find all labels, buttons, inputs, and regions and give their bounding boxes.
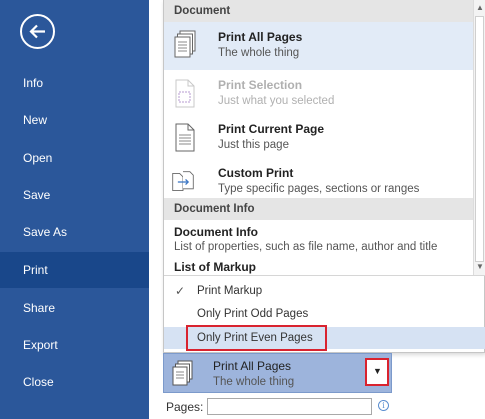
- nav-new[interactable]: New: [0, 102, 149, 138]
- option-document-info[interactable]: Document Info List of properties, such a…: [164, 220, 473, 256]
- print-range-dropdown: Document Print All Pages The whole thing…: [163, 0, 485, 353]
- option-list-of-markup[interactable]: List of Markup: [164, 256, 473, 275]
- highlight-box-even-pages: [186, 325, 327, 351]
- scroll-thumb[interactable]: [475, 16, 484, 262]
- all-pages-icon: [174, 30, 196, 58]
- option-title: Print Current Page: [218, 122, 325, 136]
- range-desc: The whole thing: [213, 376, 295, 388]
- option-title: List of Markup: [174, 260, 257, 274]
- range-title: Print All Pages: [213, 359, 292, 373]
- back-arrow-icon: [29, 24, 45, 39]
- dropdown-scrollbar[interactable]: ▲ ▼: [473, 0, 485, 275]
- section-header-document: Document: [164, 0, 474, 22]
- range-dropdown-button[interactable]: ▼: [365, 358, 389, 386]
- check-odd-pages[interactable]: Only Print Odd Pages: [164, 303, 485, 325]
- nav-info[interactable]: Info: [0, 65, 149, 101]
- option-desc: Just what you selected: [218, 95, 335, 107]
- option-print-current-page[interactable]: Print Current Page Just this page: [164, 114, 473, 158]
- selection-icon: [175, 79, 195, 108]
- check-label: Print Markup: [197, 285, 263, 297]
- pages-label: Pages:: [166, 400, 204, 414]
- option-title: Custom Print: [218, 166, 294, 180]
- dropdown-arrow-icon: ▼: [373, 366, 382, 376]
- option-desc: List of properties, such as file name, a…: [174, 241, 438, 253]
- all-pages-icon: [172, 360, 193, 386]
- nav-export[interactable]: Export: [0, 327, 149, 363]
- option-desc: Type specific pages, sections or ranges: [218, 183, 420, 195]
- option-print-all-pages[interactable]: Print All Pages The whole thing: [164, 22, 473, 70]
- option-desc: Just this page: [218, 139, 289, 151]
- option-desc: The whole thing: [218, 47, 300, 59]
- option-custom-print[interactable]: Custom Print Type specific pages, sectio…: [164, 158, 473, 198]
- back-button[interactable]: [20, 14, 55, 49]
- current-page-icon: [175, 123, 195, 152]
- nav-close[interactable]: Close: [0, 364, 149, 400]
- dropdown-divider: [164, 275, 485, 276]
- nav-save[interactable]: Save: [0, 177, 149, 213]
- section-header-document-info: Document Info: [164, 198, 474, 220]
- custom-print-icon: [172, 171, 194, 191]
- check-print-markup[interactable]: ✓ Print Markup: [164, 280, 485, 302]
- option-title: Document Info: [174, 225, 258, 239]
- option-print-selection[interactable]: Print Selection Just what you selected: [164, 70, 473, 114]
- option-title: Print All Pages: [218, 30, 303, 44]
- nav-save-as[interactable]: Save As: [0, 214, 149, 250]
- checkmark-icon: ✓: [175, 284, 186, 298]
- option-title: Print Selection: [218, 78, 303, 92]
- nav-print[interactable]: Print: [0, 252, 149, 288]
- scroll-up-icon[interactable]: ▲: [475, 2, 485, 14]
- nav-open[interactable]: Open: [0, 140, 149, 176]
- print-range-field[interactable]: Print All Pages The whole thing: [163, 353, 392, 393]
- pages-input[interactable]: [207, 398, 372, 415]
- nav-share[interactable]: Share: [0, 290, 149, 326]
- backstage-sidebar: Info New Open Save Save As Print Share E…: [0, 0, 149, 419]
- check-label: Only Print Odd Pages: [197, 308, 309, 320]
- info-icon[interactable]: i: [378, 400, 389, 411]
- scroll-down-icon[interactable]: ▼: [475, 261, 485, 273]
